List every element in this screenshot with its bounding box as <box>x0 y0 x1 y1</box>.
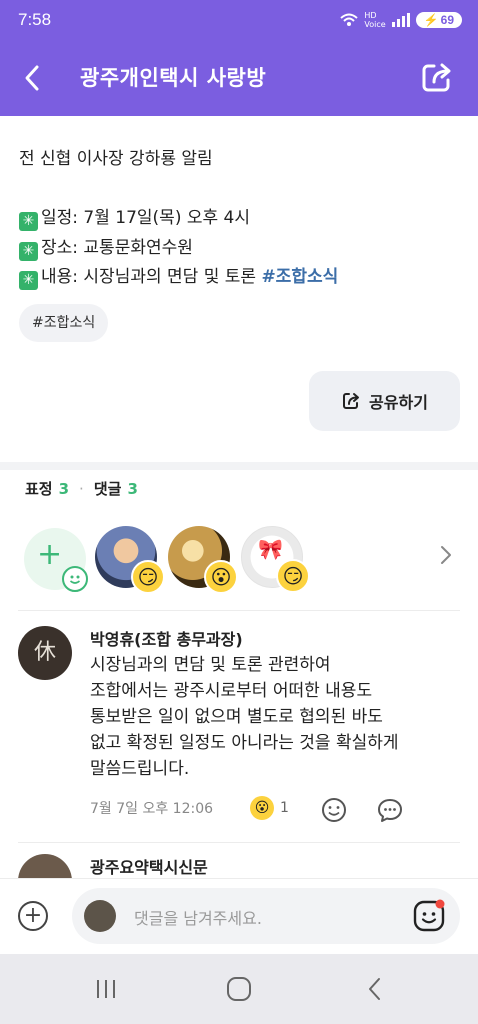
reactor-avatar[interactable]: 😮 <box>168 526 238 594</box>
home-button[interactable] <box>224 974 254 1004</box>
nav-back-button[interactable] <box>360 974 390 1004</box>
back-icon <box>25 65 39 91</box>
back-button[interactable] <box>14 60 50 96</box>
share-top-button[interactable] <box>420 60 454 94</box>
comment-item: 광주요약택시신문 <box>0 852 478 878</box>
comment-reaction-count: 1 <box>280 800 289 816</box>
system-nav-bar <box>0 954 478 1024</box>
share-icon <box>343 393 360 409</box>
reactor-avatar[interactable]: 🎀 😏 <box>241 526 310 593</box>
add-reaction-button[interactable]: + <box>24 528 88 592</box>
comment-icon <box>378 799 402 822</box>
nav-back-icon <box>369 978 380 1000</box>
comment-input-bar: + 댓글을 남겨주세요. <box>0 878 478 954</box>
signal-icon <box>391 13 410 27</box>
post-headline: 전 신협 이사장 강하룡 알림 <box>19 149 213 169</box>
my-avatar <box>84 900 116 932</box>
sparkle-icon: ✳ <box>19 212 38 231</box>
recents-icon <box>97 980 115 998</box>
comment-time: 7월 7일 오후 12:06 <box>90 801 214 817</box>
share-button[interactable]: 공유하기 <box>309 371 460 431</box>
smirk-emoji-icon: 😏 <box>131 560 165 594</box>
battery-indicator: ⚡ 69 <box>415 12 462 28</box>
comments-count: 3 <box>127 479 138 498</box>
comment-reaction[interactable]: 😮 1 <box>250 796 289 820</box>
avatar[interactable] <box>18 854 72 878</box>
status-bar: 7:58 HD Voice ⚡ 69 <box>0 0 478 40</box>
emoji-button[interactable] <box>412 899 446 933</box>
status-time: 7:58 <box>18 10 52 29</box>
smiley-icon <box>62 566 88 592</box>
reaction-comment-counts: 표정 3 · 댓글 3 <box>25 478 138 499</box>
reactor-avatar[interactable]: 😏 <box>95 526 165 594</box>
comment-divider <box>18 842 460 843</box>
post-content-line: ✳ 내용: 시장님과의 면담 및 토론 #조합소식 <box>19 262 338 290</box>
reactions-row: + 😏 😮 🎀 😏 <box>0 522 478 596</box>
smirk-emoji-icon: 😏 <box>276 559 310 593</box>
page-title: 광주개인택시 사랑방 <box>80 66 267 90</box>
home-icon <box>227 977 251 1001</box>
add-attachment-button[interactable]: + <box>18 901 48 931</box>
dot-separator: · <box>79 479 84 498</box>
reactions-count: 3 <box>58 479 70 498</box>
chevron-right-icon <box>441 546 451 564</box>
react-comment-button[interactable] <box>320 796 348 824</box>
avatar[interactable]: 休 <box>18 626 72 680</box>
recents-button[interactable] <box>91 974 121 1004</box>
post-content: 전 신협 이사장 강하룡 알림 ✳ 일정: 7월 17일(목) 오후 4시 ✳ 장소… <box>0 116 478 462</box>
wifi-icon <box>340 13 359 26</box>
ribbon-icon: 🎀 <box>258 537 283 561</box>
sparkle-icon: ✳ <box>19 242 38 261</box>
comment-author[interactable]: 박영휴(조합 총무과장) <box>90 626 243 650</box>
surprised-emoji-icon: 😮 <box>250 796 274 820</box>
plus-icon: + <box>23 903 43 928</box>
comment-input[interactable]: 댓글을 남겨주세요. <box>72 888 460 944</box>
bolt-icon: ⚡ <box>423 13 439 27</box>
hashtag-link[interactable]: #조합소식 <box>261 267 338 287</box>
status-icons: HD Voice ⚡ 69 <box>340 11 462 29</box>
comment-item: 休 박영휴(조합 총무과장) 시장님과의 면담 및 토론 관련하여 조합에서는 … <box>0 612 478 842</box>
reactions-more-button[interactable] <box>436 542 456 568</box>
sparkle-icon: ✳ <box>19 271 38 290</box>
tag-chip[interactable]: #조합소식 <box>19 304 109 342</box>
comment-body: 시장님과의 면담 및 토론 관련하여 조합에서는 광주시로부터 어떠한 내용도 … <box>90 655 399 779</box>
smiley-icon <box>322 798 346 822</box>
post-place: ✳ 장소: 교통문화연수원 <box>19 233 193 261</box>
comment-divider <box>18 610 460 611</box>
emoji-icon <box>413 899 445 932</box>
comment-author[interactable]: 광주요약택시신문 <box>90 854 208 878</box>
hd-voice-indicator: HD Voice <box>364 11 386 29</box>
add-reaction-icon: + <box>37 537 63 572</box>
post-schedule: ✳ 일정: 7월 17일(목) 오후 4시 <box>19 203 250 231</box>
app-bar: 광주개인택시 사랑방 <box>0 40 478 116</box>
surprised-emoji-icon: 😮 <box>204 560 238 594</box>
section-divider <box>0 462 478 470</box>
reply-comment-button[interactable] <box>376 796 404 824</box>
comments-label[interactable]: 댓글 <box>94 478 122 499</box>
share-icon <box>422 63 451 92</box>
reactions-label[interactable]: 표정 <box>25 478 53 499</box>
comment-placeholder: 댓글을 남겨주세요. <box>134 909 262 928</box>
